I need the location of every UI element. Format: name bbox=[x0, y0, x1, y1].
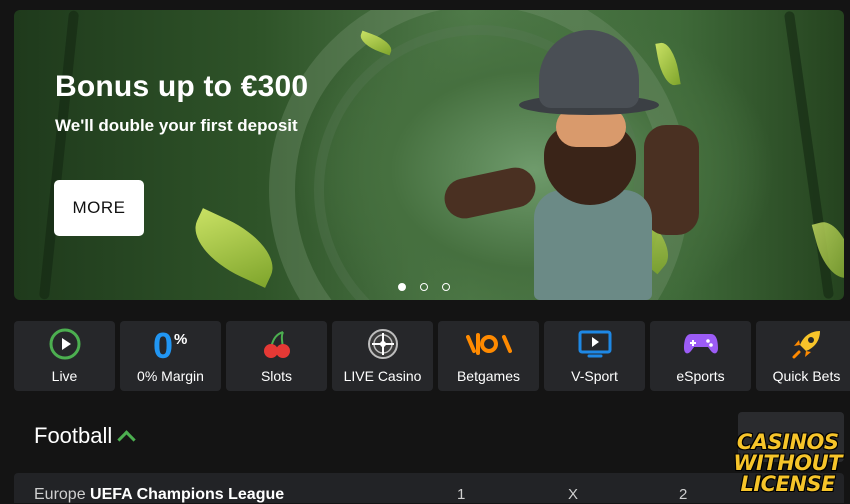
carousel-dot[interactable] bbox=[420, 283, 428, 291]
category-label: LIVE Casino bbox=[343, 368, 422, 384]
roulette-icon bbox=[367, 329, 398, 359]
more-button[interactable]: MORE bbox=[54, 180, 144, 236]
category-live[interactable]: Live bbox=[14, 321, 115, 391]
column-header-x: X bbox=[568, 486, 579, 503]
watermark-logo: CASINOS WITHOUT LICENSE bbox=[733, 430, 842, 496]
league-title[interactable]: Europe UEFA Champions League bbox=[34, 486, 284, 504]
category-label: 0% Margin bbox=[137, 368, 204, 384]
category-betgames[interactable]: Betgames bbox=[438, 321, 539, 391]
category-esports[interactable]: eSports bbox=[650, 321, 751, 391]
section-title: Football bbox=[34, 423, 113, 448]
betgames-icon bbox=[465, 333, 512, 355]
gamepad-icon bbox=[683, 334, 718, 354]
carousel-dots bbox=[398, 283, 450, 291]
promo-banner[interactable]: Bonus up to €300 We'll double your first… bbox=[14, 10, 844, 300]
category-label: V-Sport bbox=[571, 368, 618, 384]
svg-text:%: % bbox=[174, 331, 187, 348]
category-label: Live bbox=[51, 368, 78, 384]
svg-text:0: 0 bbox=[153, 326, 173, 362]
foliage-decoration bbox=[38, 10, 80, 300]
tv-play-icon bbox=[578, 330, 611, 358]
banner-subtitle: We'll double your first deposit bbox=[55, 116, 298, 135]
chevron-up-icon[interactable] bbox=[117, 429, 136, 449]
category-label: Quick Bets bbox=[772, 368, 841, 384]
category-slots[interactable]: Slots bbox=[226, 321, 327, 391]
cherries-icon bbox=[263, 331, 290, 358]
category-live-casino[interactable]: LIVE Casino bbox=[332, 321, 433, 391]
category-v-sport[interactable]: V-Sport bbox=[544, 321, 645, 391]
leaf-decoration bbox=[183, 208, 285, 288]
carousel-dot[interactable] bbox=[398, 283, 406, 291]
column-header-2: 2 bbox=[679, 486, 688, 503]
rocket-icon bbox=[792, 331, 820, 359]
section-header-football[interactable]: Football bbox=[34, 423, 136, 449]
category-bar: Live 0 % 0% Margin Slots LIVE Casino Bet… bbox=[14, 321, 850, 391]
banner-title: Bonus up to €300 bbox=[55, 70, 309, 103]
category-label: Slots bbox=[260, 368, 293, 384]
category-quick-bets[interactable]: Quick Bets bbox=[756, 321, 850, 391]
gnome-character-illustration bbox=[440, 25, 714, 300]
zero-percent-icon: 0 % bbox=[153, 326, 187, 362]
table-header-row: Europe UEFA Champions League 1 X 2 bbox=[14, 473, 844, 503]
play-circle-icon bbox=[49, 328, 80, 360]
column-header-1: 1 bbox=[457, 486, 466, 503]
category-label: Betgames bbox=[456, 368, 521, 384]
carousel-dot[interactable] bbox=[442, 283, 450, 291]
category-label: eSports bbox=[676, 368, 725, 384]
category-zero-margin[interactable]: 0 % 0% Margin bbox=[120, 321, 221, 391]
